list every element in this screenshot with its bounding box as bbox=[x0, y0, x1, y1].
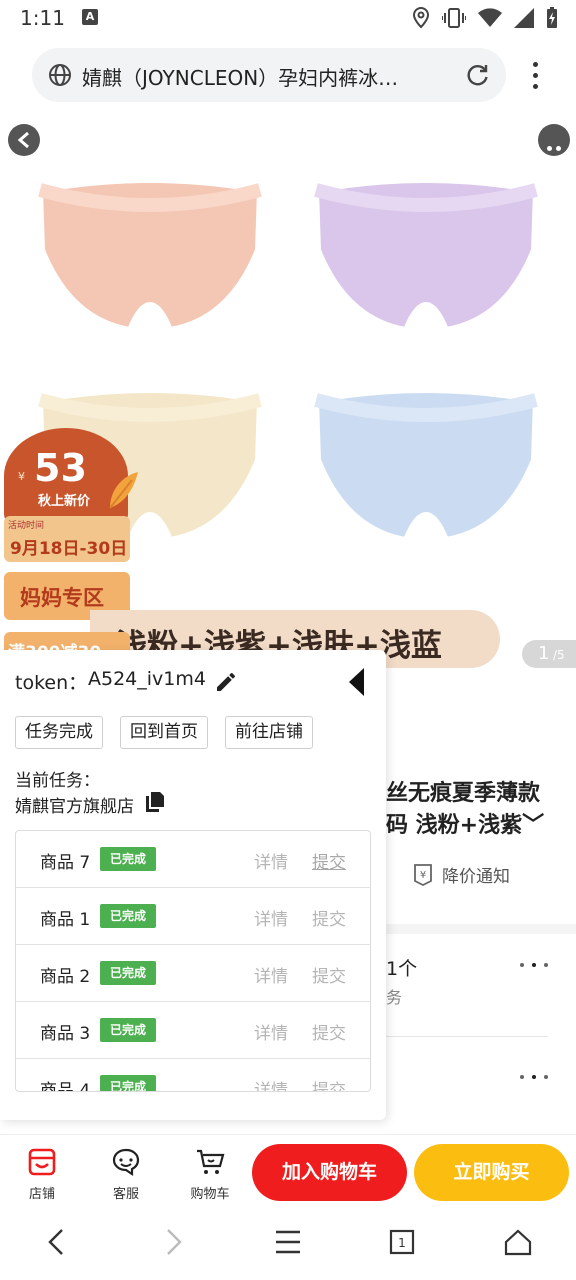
back-icon[interactable] bbox=[44, 1226, 68, 1258]
battery-icon bbox=[547, 7, 557, 28]
more-dots-icon[interactable] bbox=[520, 963, 550, 969]
task-complete-button[interactable]: 任务完成 bbox=[15, 716, 103, 749]
task-row: 商品 4 已完成 详情 提交 bbox=[16, 1059, 370, 1092]
image-page-indicator: 1 /5 bbox=[522, 640, 576, 668]
task-overlay-panel: token： A524_iv1m4 任务完成 回到首页 前往店铺 当前任务： 婧… bbox=[0, 650, 386, 1120]
copy-icon[interactable] bbox=[146, 792, 164, 812]
back-circle-icon[interactable] bbox=[8, 124, 40, 156]
price-value: 53 bbox=[34, 446, 87, 490]
status-badge: 已完成 bbox=[100, 904, 156, 928]
token-value: A524_iv1m4 bbox=[88, 668, 206, 690]
store-icon bbox=[28, 1148, 56, 1176]
cart-button[interactable]: 购物车 bbox=[180, 1141, 240, 1202]
price-currency: ¥ bbox=[18, 470, 25, 483]
cart-label: 购物车 bbox=[190, 1187, 230, 1202]
detail-link[interactable]: 详情 bbox=[254, 1076, 288, 1091]
add-to-cart-button[interactable]: 加入购物车 bbox=[252, 1144, 407, 1201]
edit-icon[interactable] bbox=[214, 670, 238, 694]
task-name: 商品 1 bbox=[40, 910, 91, 930]
product-title-line1: 丝无痕夏季薄款 bbox=[386, 781, 541, 806]
detail-link[interactable]: 详情 bbox=[254, 905, 288, 930]
submit-link[interactable]: 提交 bbox=[312, 848, 346, 873]
detail-link[interactable]: 详情 bbox=[254, 1019, 288, 1044]
task-name: 商品 7 bbox=[40, 853, 91, 873]
reload-icon[interactable] bbox=[464, 62, 490, 88]
home-icon[interactable] bbox=[504, 1226, 532, 1258]
vibrate-icon bbox=[442, 8, 466, 28]
customer-service-button[interactable]: 客服 bbox=[96, 1141, 156, 1202]
globe-icon bbox=[49, 64, 71, 86]
cart-icon bbox=[197, 1149, 225, 1174]
product-title-line2[interactable]: 码 浅粉+浅紫﹀ bbox=[386, 810, 544, 842]
tabs-icon[interactable]: 1 bbox=[388, 1226, 416, 1258]
location-icon bbox=[412, 7, 430, 29]
go-store-button[interactable]: 前往店铺 bbox=[225, 716, 313, 749]
panty-pink-image bbox=[36, 177, 264, 334]
wifi-icon bbox=[478, 8, 502, 27]
panty-purple-image bbox=[312, 177, 540, 334]
detail-link[interactable]: 详情 bbox=[254, 962, 288, 987]
task-row: 商品 2 已完成 详情 提交 bbox=[16, 945, 370, 1002]
customer-service-icon bbox=[112, 1148, 140, 1177]
current-task-value: 婧麒官方旗舰店 bbox=[15, 797, 134, 817]
notification-a-icon: A bbox=[82, 9, 98, 25]
bottom-action-bar: 店铺 客服 购物车 加入购物车 立即购买 bbox=[0, 1134, 576, 1206]
menu-icon[interactable] bbox=[274, 1226, 302, 1258]
submit-link[interactable]: 提交 bbox=[312, 962, 346, 987]
url-text[interactable]: 婧麒（JOYNCLEON）孕妇内裤冰… bbox=[82, 62, 452, 91]
task-name: 商品 4 bbox=[40, 1081, 91, 1092]
price-notify-label: 降价通知 bbox=[442, 867, 510, 887]
submit-link[interactable]: 提交 bbox=[312, 1076, 346, 1091]
store-button[interactable]: 店铺 bbox=[12, 1141, 72, 1202]
status-badge: 已完成 bbox=[100, 1075, 156, 1091]
page-total: /5 bbox=[553, 648, 565, 662]
task-row: 商品 3 已完成 详情 提交 bbox=[16, 1002, 370, 1059]
collapse-left-icon[interactable] bbox=[346, 667, 366, 697]
event-time-label: 活动时间 bbox=[8, 521, 45, 531]
status-badge: 已完成 bbox=[100, 1018, 156, 1042]
task-row: 商品 7 已完成 详情 提交 bbox=[16, 831, 370, 888]
service-text: 务 bbox=[386, 988, 403, 1007]
mom-zone-label: 妈妈专区 bbox=[20, 586, 104, 610]
event-date: 9月18日-30日 bbox=[10, 539, 128, 559]
back-home-button[interactable]: 回到首页 bbox=[120, 716, 208, 749]
browser-nav-bar: 1 bbox=[0, 1208, 576, 1280]
divider bbox=[386, 1036, 548, 1037]
spec-count: 1个 bbox=[386, 958, 418, 980]
task-list: 商品 7 已完成 详情 提交 商品 1 已完成 详情 提交 商品 2 已完成 详… bbox=[15, 830, 371, 1092]
submit-link[interactable]: 提交 bbox=[312, 1019, 346, 1044]
store-label: 店铺 bbox=[28, 1187, 55, 1202]
status-icons bbox=[412, 6, 558, 30]
status-bar: 1:11 A bbox=[0, 0, 576, 36]
more-vert-icon[interactable] bbox=[526, 62, 546, 90]
status-time: 1:11 bbox=[20, 6, 65, 30]
panty-blue-image bbox=[312, 387, 540, 544]
customer-service-label: 客服 bbox=[112, 1187, 139, 1202]
status-badge: 已完成 bbox=[100, 961, 156, 985]
leaf-icon bbox=[109, 472, 138, 509]
more-circle-icon[interactable] bbox=[538, 124, 570, 156]
status-badge: 已完成 bbox=[100, 847, 156, 871]
signal-icon bbox=[514, 8, 534, 28]
task-name: 商品 3 bbox=[40, 1024, 91, 1044]
detail-link[interactable]: 详情 bbox=[254, 848, 288, 873]
submit-link[interactable]: 提交 bbox=[312, 905, 346, 930]
task-row: 商品 1 已完成 详情 提交 bbox=[16, 888, 370, 945]
buy-now-button[interactable]: 立即购买 bbox=[414, 1144, 569, 1201]
task-name: 商品 2 bbox=[40, 967, 91, 987]
current-task-label: 当前任务： bbox=[15, 771, 100, 791]
forward-icon[interactable] bbox=[162, 1226, 186, 1258]
svg-text:¥: ¥ bbox=[420, 870, 426, 881]
page-current: 1 bbox=[538, 643, 550, 664]
product-title: 丝无痕夏季薄款 码 浅粉+浅紫﹀ bbox=[386, 778, 544, 842]
address-bar[interactable]: 婧麒（JOYNCLEON）孕妇内裤冰… bbox=[32, 48, 506, 102]
price-tag: 秋上新价 bbox=[38, 494, 91, 509]
svg-text:1: 1 bbox=[398, 1236, 406, 1250]
token-label: token： bbox=[15, 672, 88, 694]
price-drop-icon: ¥ bbox=[414, 863, 432, 886]
price-notify-button[interactable]: ¥ 降价通知 bbox=[412, 862, 510, 887]
more-dots-icon[interactable] bbox=[520, 1075, 550, 1081]
